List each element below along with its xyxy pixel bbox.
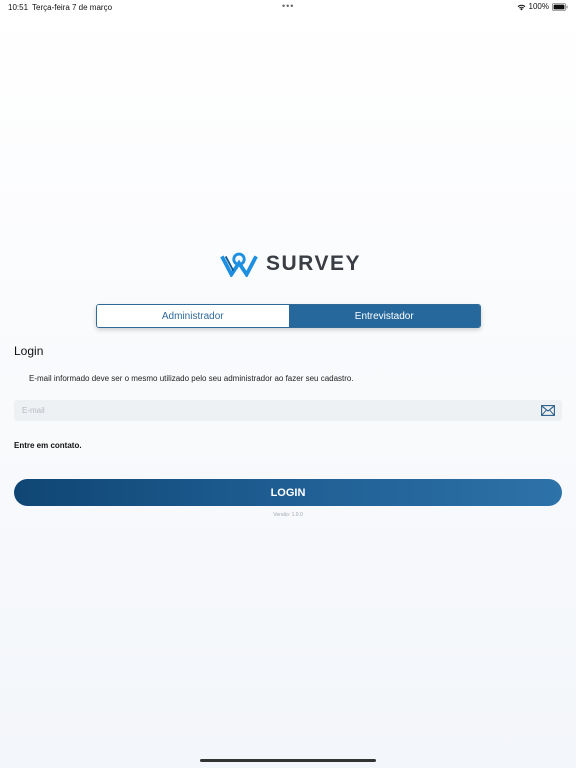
login-info-text: E-mail informado deve ser o mesmo utiliz… — [29, 374, 354, 383]
email-field — [14, 400, 562, 421]
email-input[interactable] — [14, 400, 534, 421]
contact-link[interactable]: Entre em contato. — [14, 441, 82, 450]
login-button[interactable]: LOGIN — [14, 479, 562, 506]
home-indicator[interactable] — [200, 759, 376, 762]
battery-percent: 100% — [528, 2, 549, 11]
tab-entrevistador[interactable]: Entrevistador — [288, 305, 480, 327]
app-logo: SURVEY — [220, 251, 361, 277]
wifi-icon — [517, 4, 525, 10]
multitasking-dots[interactable]: ••• — [282, 1, 294, 11]
tab-administrador[interactable]: Administrador — [97, 305, 289, 327]
status-time: 10:51 — [8, 3, 29, 12]
status-bar: 10:51 Terça-feira 7 de março ••• 100% — [0, 0, 576, 14]
status-indicators: 100% — [517, 2, 568, 11]
role-segmented-control: Administrador Entrevistador — [96, 304, 481, 328]
battery-icon — [552, 2, 568, 11]
survey-logo-icon — [220, 252, 258, 277]
mail-icon — [541, 405, 555, 416]
login-title: Login — [14, 344, 44, 358]
status-date: Terça-feira 7 de março — [32, 3, 113, 12]
version-text: Versão: 1.0.0 — [273, 512, 303, 518]
logo-text: SURVEY — [266, 252, 361, 275]
